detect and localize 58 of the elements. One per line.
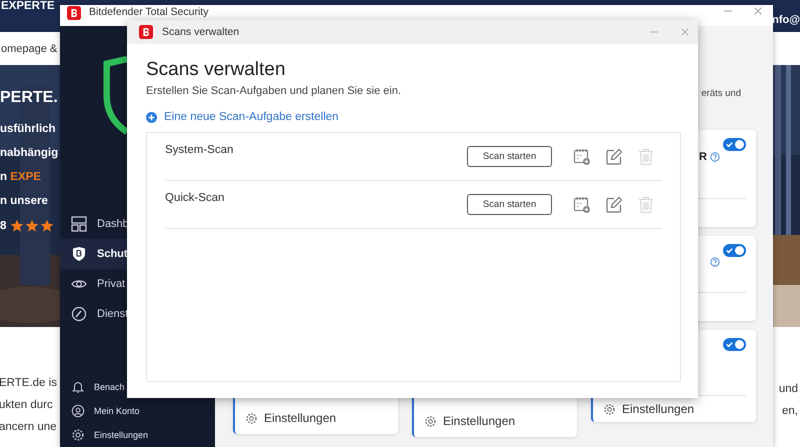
hero-text: n unsere [0,195,49,207]
hero-text: usführlich [0,123,57,135]
settings-link[interactable]: Einstellungen [603,396,746,422]
nav-link[interactable]: omepage & [1,42,58,54]
check-icon [725,140,734,149]
help-icon[interactable] [710,152,720,162]
user-icon [71,404,85,418]
help-icon[interactable] [710,257,720,267]
gear-icon [424,414,437,428]
hero-text: nabhängig [0,147,60,159]
body-text: ERTE.de is [0,376,57,391]
rating-score: 8 [0,220,6,232]
scan-name: Quick-Scan [165,192,224,204]
window-title: Scans verwalten [162,26,240,38]
window-title: Bitdefender Total Security [89,6,208,18]
toggle-switch[interactable] [723,244,746,257]
check-icon [725,246,734,255]
toggle-switch[interactable] [723,338,746,351]
site-logo[interactable]: EXPERTE [1,0,55,12]
description-text: eräts und [701,88,741,99]
app-logo [139,25,153,39]
settings-link[interactable]: Einstellungen [414,414,577,437]
star-icon [10,219,24,233]
star-icon [25,219,40,233]
edit-icon[interactable] [605,196,623,214]
body-text: und [778,382,798,397]
dialog-heading: Scans verwalten [146,58,286,82]
start-scan-button[interactable]: Scan starten [467,194,552,215]
nav-item[interactable]: Privat [60,269,215,299]
bell-icon [71,380,85,394]
add-icon[interactable] [146,112,157,122]
dashboard-icon [71,216,87,232]
gear-icon [603,402,616,416]
calendar-plus-icon[interactable] [573,196,591,214]
settings-link[interactable]: Einstellungen [235,411,398,434]
hero-heading: PERTE. [0,89,59,107]
gauge-icon [71,306,87,322]
hero-text: n EXPE [0,171,42,183]
close-icon[interactable] [753,6,763,16]
nav-item[interactable]: Einstellungen [60,426,215,444]
dialog-subtitle: Erstellen Sie Scan-Aufgaben und planen Sie sie ein. [146,85,402,97]
card-title: R [699,151,707,163]
nav-item[interactable]: Mein Konto [60,402,215,420]
add-scan-link[interactable]: Eine neue Scan-Aufgabe erstellen [164,111,339,123]
check-icon [725,340,734,349]
scan-name: System-Scan [165,144,234,156]
body-text: en, [782,404,798,419]
shield-icon [71,246,87,262]
star-icon [40,219,54,233]
calendar-plus-icon[interactable] [573,148,591,166]
body-text: ukten durc [0,398,54,413]
settings-icon [71,428,85,442]
start-scan-button[interactable]: Scan starten [467,146,552,167]
contact-link[interactable]: nfo@ [772,14,800,26]
gear-icon [245,412,258,424]
toggle-switch[interactable] [723,138,746,151]
nav-item[interactable]: Dienst [60,299,215,329]
edit-icon[interactable] [605,148,623,166]
